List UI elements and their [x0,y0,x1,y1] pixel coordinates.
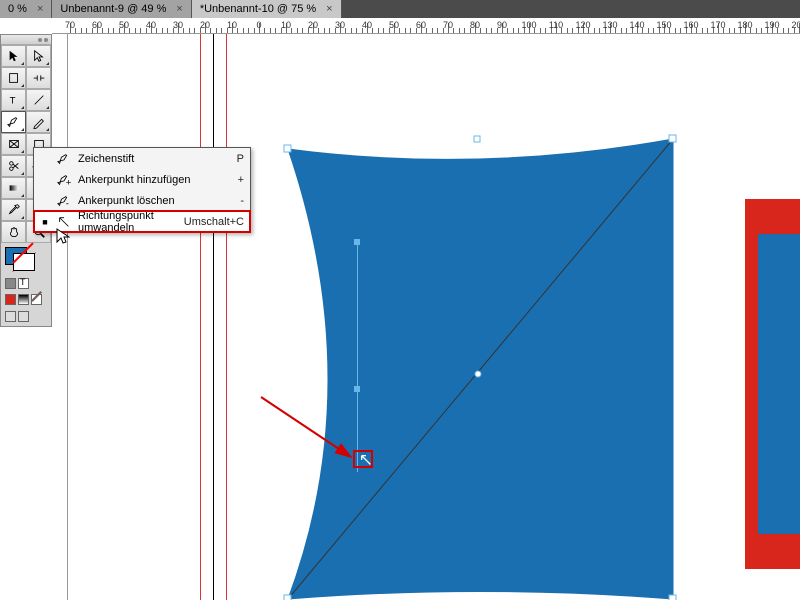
guide-margin[interactable] [226,34,227,600]
pen-plus-icon: + [56,172,72,188]
gradient-tool[interactable] [1,177,26,199]
direction-handle-line [357,242,358,472]
close-icon[interactable]: × [37,3,43,15]
flyout-pen[interactable]: Zeichenstift P [34,148,250,169]
tab-doc-1[interactable]: Unbenannt-9 @ 49 % × [52,0,191,18]
document-tabs: 0 % × Unbenannt-9 @ 49 % × *Unbenannt-10 @… [0,0,800,18]
view-mode-preview[interactable] [18,311,29,322]
guide-margin[interactable] [200,34,201,600]
type-tool[interactable]: T [1,89,26,111]
rectangle-frame-tool[interactable] [1,133,26,155]
svg-text:-: - [66,198,69,208]
tab-label: 0 % [8,3,27,15]
convert-cursor-icon [359,453,373,470]
flyout-add-anchor[interactable]: + Ankerpunkt hinzufügen + [34,169,250,190]
direction-handle[interactable] [354,386,360,392]
curved-shape[interactable] [278,104,678,600]
toolbox-header[interactable] [1,35,51,45]
apply-gradient[interactable] [18,294,29,305]
container-swatch[interactable] [5,278,16,289]
selection-tool[interactable] [1,45,26,67]
view-mode-normal[interactable] [5,311,16,322]
tab-label: Unbenannt-9 @ 49 % [60,3,166,15]
svg-text:T: T [9,96,15,107]
blue-inner-rect [758,234,800,534]
flyout-shortcut: Umschalt+C [184,216,244,228]
direct-selection-tool[interactable] [26,45,51,67]
gap-tool[interactable] [26,67,51,89]
flyout-shortcut: P [237,153,244,165]
red-rectangle[interactable] [745,199,800,569]
pen-minus-icon: - [56,193,72,209]
page-tool[interactable] [1,67,26,89]
flyout-label: Ankerpunkt hinzufügen [78,174,232,186]
tab-label: *Unbenannt-10 @ 75 % [200,3,316,15]
tab-doc-0[interactable]: 0 % × [0,0,52,18]
eyedropper-tool[interactable] [1,199,26,221]
close-icon[interactable]: × [176,3,182,15]
pen-tool[interactable] [1,111,26,133]
svg-text:+: + [66,177,71,187]
text-swatch[interactable]: T [18,278,29,289]
flyout-shortcut: + [238,174,244,186]
fill-stroke-swatch[interactable] [5,247,35,271]
canvas[interactable] [68,34,800,600]
ruler-vertical[interactable] [52,34,68,600]
cursor-icon [56,228,70,249]
apply-color[interactable] [5,294,16,305]
pen-icon [56,151,72,167]
pen-tool-flyout: Zeichenstift P + Ankerpunkt hinzufügen +… [33,147,251,233]
flyout-label: Ankerpunkt löschen [78,195,234,207]
ruler-horizontal[interactable]: document.write((function(){let h='';cons… [52,18,800,34]
check-icon: ■ [40,217,50,227]
scissors-tool[interactable] [1,155,26,177]
flyout-delete-anchor[interactable]: - Ankerpunkt löschen - [34,190,250,211]
page-edge [213,34,214,600]
pencil-tool[interactable] [26,111,51,133]
apply-none[interactable] [31,294,42,305]
close-icon[interactable]: × [326,3,332,15]
hand-tool[interactable] [1,221,26,243]
flyout-shortcut: - [240,195,244,207]
direction-handle[interactable] [354,239,360,245]
flyout-label: Richtungspunkt umwandeln [78,210,178,234]
flyout-label: Zeichenstift [78,153,231,165]
tab-doc-2[interactable]: *Unbenannt-10 @ 75 % × [192,0,342,18]
stroke-color[interactable] [13,253,35,271]
color-swatches: T [1,243,51,326]
line-tool[interactable] [26,89,51,111]
